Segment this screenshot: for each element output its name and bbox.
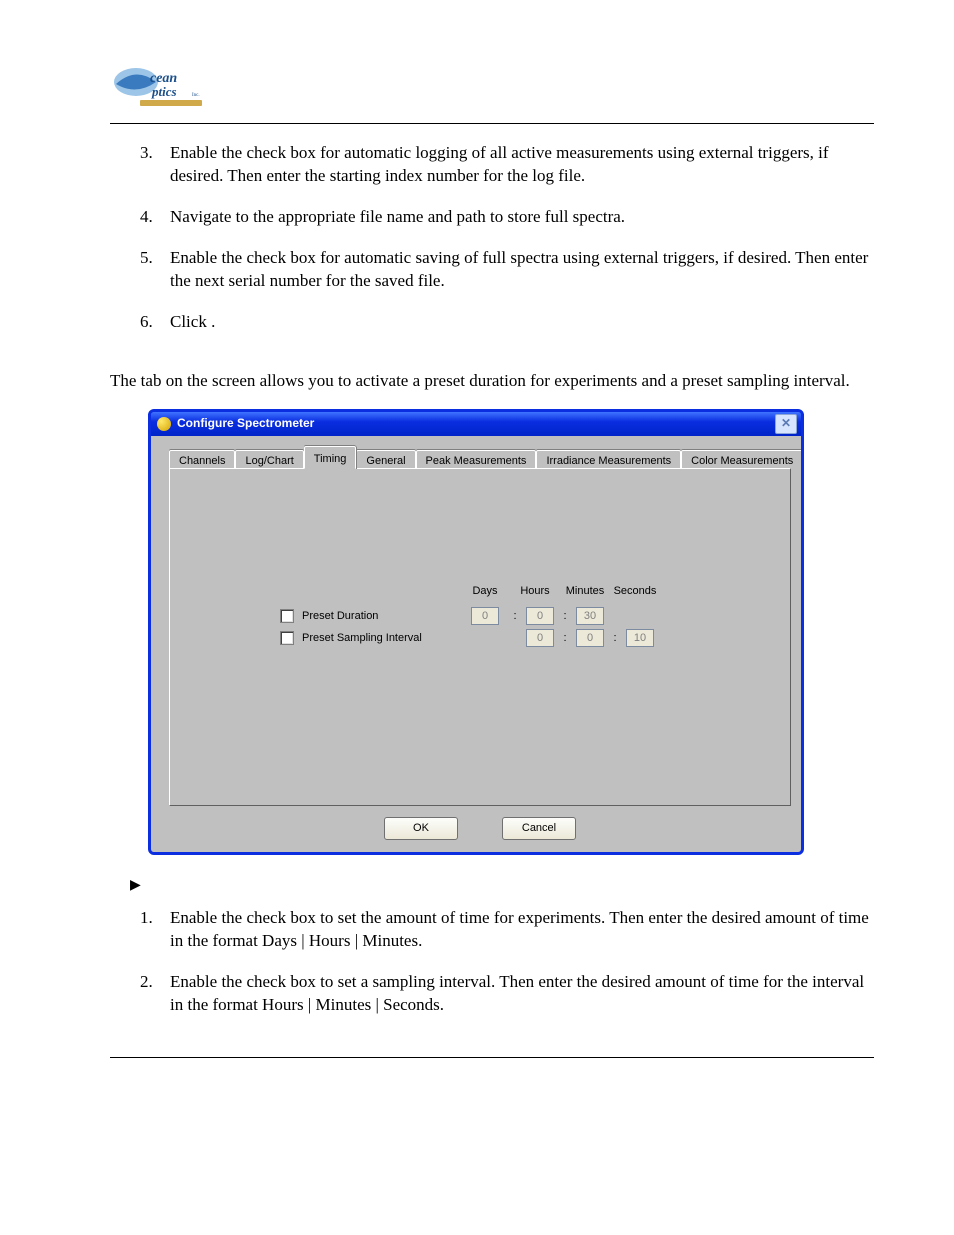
list-item: 3. Enable the check box for automatic lo… (140, 142, 874, 188)
preset-sampling-label: Preset Sampling Interval (302, 631, 460, 646)
svg-text:ptics: ptics (151, 84, 177, 99)
sampling-hours-input[interactable]: 0 (526, 629, 554, 647)
rule-top (110, 123, 874, 124)
app-icon (157, 417, 171, 431)
item-number: 3. (140, 142, 170, 188)
section-intro: The tab on the screen allows you to acti… (110, 370, 874, 393)
tab-color[interactable]: Color Measurements (681, 450, 803, 471)
logo-icon: cean ptics Inc. (110, 60, 210, 110)
tab-strip: Channels Log/Chart Timing General Peak M… (169, 446, 791, 470)
ok-button[interactable]: OK (384, 817, 458, 840)
item-number: 4. (140, 206, 170, 229)
list-item: 4. Navigate to the appropriate file name… (140, 206, 874, 229)
tab-peak[interactable]: Peak Measurements (416, 450, 537, 471)
tab-irradiance[interactable]: Irradiance Measurements (536, 450, 681, 471)
item-number: 6. (140, 311, 170, 334)
header-hours: Hours (510, 584, 560, 599)
item-text: Enable the check box to set the amount o… (170, 907, 874, 953)
duration-minutes-input[interactable]: 30 (576, 607, 604, 625)
header-minutes: Minutes (560, 584, 610, 599)
header-seconds: Seconds (610, 584, 660, 599)
list-item: 6. Click . (140, 311, 874, 334)
item-number: 1. (140, 907, 170, 953)
sampling-seconds-input[interactable]: 10 (626, 629, 654, 647)
rule-bottom (110, 1057, 874, 1058)
cancel-button[interactable]: Cancel (502, 817, 576, 840)
item-number: 2. (140, 971, 170, 1017)
tab-log-chart[interactable]: Log/Chart (235, 450, 303, 471)
procedure-arrow: ▶ (130, 877, 874, 896)
duration-hours-input[interactable]: 0 (526, 607, 554, 625)
tab-channels[interactable]: Channels (169, 450, 235, 471)
tab-general[interactable]: General (356, 450, 415, 471)
list-item: 2. Enable the check box to set a samplin… (140, 971, 874, 1017)
item-text: Enable the check box to set a sampling i… (170, 971, 874, 1017)
window-title: Configure Spectrometer (177, 415, 314, 431)
preset-duration-label: Preset Duration (302, 609, 460, 624)
column-headers: Days Hours Minutes Seconds (280, 584, 660, 599)
dialog-buttons: OK Cancel (169, 806, 791, 852)
sampling-minutes-input[interactable]: 0 (576, 629, 604, 647)
preset-duration-row: Preset Duration 0 : 0 : 30 (280, 605, 660, 627)
preset-sampling-row: Preset Sampling Interval : 0 : 0 : 10 (280, 627, 660, 649)
tab-timing[interactable]: Timing (304, 446, 357, 470)
list-item: 1. Enable the check box to set the amoun… (140, 907, 874, 953)
item-text: Click . (170, 311, 874, 334)
svg-text:Inc.: Inc. (192, 93, 200, 98)
titlebar: Configure Spectrometer ✕ (151, 412, 801, 436)
close-button[interactable]: ✕ (775, 414, 797, 434)
dialog-screenshot: Configure Spectrometer ✕ Channels Log/Ch… (148, 409, 798, 849)
close-icon: ✕ (781, 415, 791, 431)
tab-panel: Days Hours Minutes Seconds Preset Durati… (169, 468, 791, 805)
preset-duration-checkbox[interactable] (280, 609, 294, 623)
item-text: Enable the check box for automatic savin… (170, 247, 874, 293)
list-item: 5. Enable the check box for automatic sa… (140, 247, 874, 293)
duration-days-input[interactable]: 0 (471, 607, 499, 625)
play-icon: ▶ (130, 877, 141, 896)
header-days: Days (460, 584, 510, 599)
procedure-list-top: 3. Enable the check box for automatic lo… (110, 142, 874, 334)
preset-sampling-checkbox[interactable] (280, 631, 294, 645)
item-number: 5. (140, 247, 170, 293)
item-text: Enable the check box for automatic loggi… (170, 142, 874, 188)
item-text: Navigate to the appropriate file name an… (170, 206, 874, 229)
procedure-list-bottom: 1. Enable the check box to set the amoun… (110, 907, 874, 1017)
